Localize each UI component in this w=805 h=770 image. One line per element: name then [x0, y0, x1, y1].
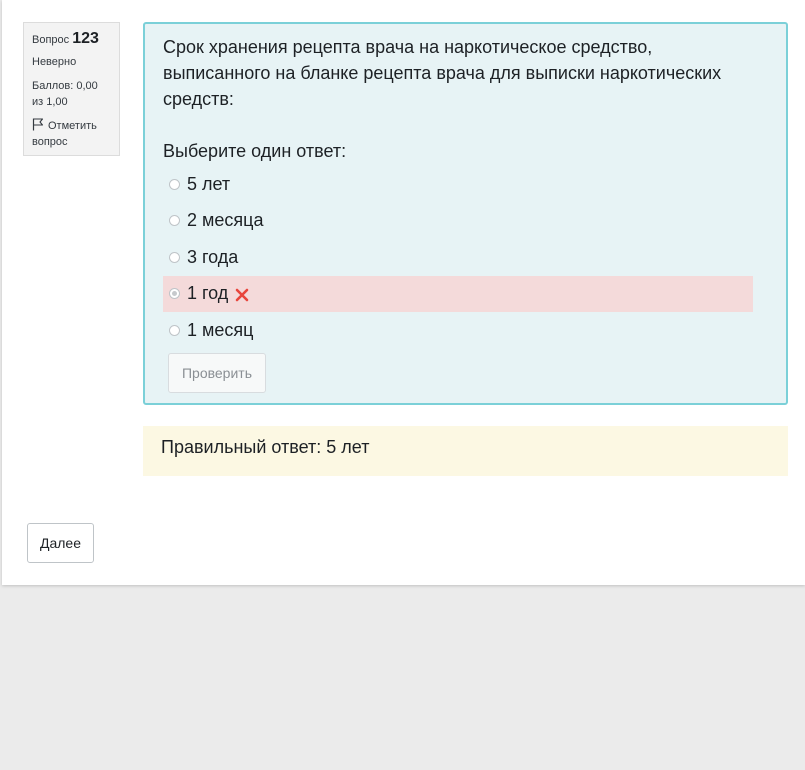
right-answer-feedback: Правильный ответ: 5 лет [143, 426, 788, 476]
question-number-value: 123 [72, 30, 99, 47]
question-label: Вопрос [32, 34, 70, 46]
answer-radio[interactable] [169, 324, 180, 336]
flag-question-link[interactable]: Отметить вопрос [32, 118, 111, 150]
question-info-panel: Вопрос 123 Неверно Баллов: 0,00 из 1,00 … [23, 22, 120, 156]
answer-radio[interactable] [169, 251, 180, 263]
answer-option-selected-incorrect[interactable]: 1 год [163, 275, 753, 312]
answer-label: 3 года [187, 246, 239, 267]
answer-list: 5 лет 2 месяца 3 года 1 год 1 месяц [163, 166, 753, 349]
question-number: Вопрос 123 [32, 30, 111, 49]
question-grade: Баллов: 0,00 из 1,00 [32, 80, 98, 108]
check-button[interactable]: Проверить [168, 353, 266, 393]
answer-label: 5 лет [187, 173, 231, 194]
cross-icon [236, 288, 249, 302]
answer-option[interactable]: 3 года [163, 239, 753, 276]
answer-label: 1 месяц [187, 319, 254, 340]
answer-prompt: Выберите один ответ: [163, 141, 347, 161]
quiz-card: Вопрос 123 Неверно Баллов: 0,00 из 1,00 … [2, 0, 805, 585]
answer-option[interactable]: 5 лет [163, 166, 753, 203]
next-button[interactable]: Далее [27, 523, 94, 563]
answer-radio[interactable] [169, 178, 180, 190]
answer-radio-selected[interactable] [169, 288, 180, 300]
flag-icon [32, 118, 44, 131]
answer-label: 1 год [187, 283, 229, 304]
answer-label: 2 месяца [187, 210, 264, 231]
question-text: Срок хранения рецепта врача на наркотиче… [163, 37, 722, 109]
question-formulation: Срок хранения рецепта врача на наркотиче… [143, 22, 788, 405]
answer-radio[interactable] [169, 215, 180, 227]
answer-option[interactable]: 2 месяца [163, 203, 753, 240]
answer-option[interactable]: 1 месяц [163, 312, 753, 349]
question-state: Неверно [32, 56, 77, 68]
